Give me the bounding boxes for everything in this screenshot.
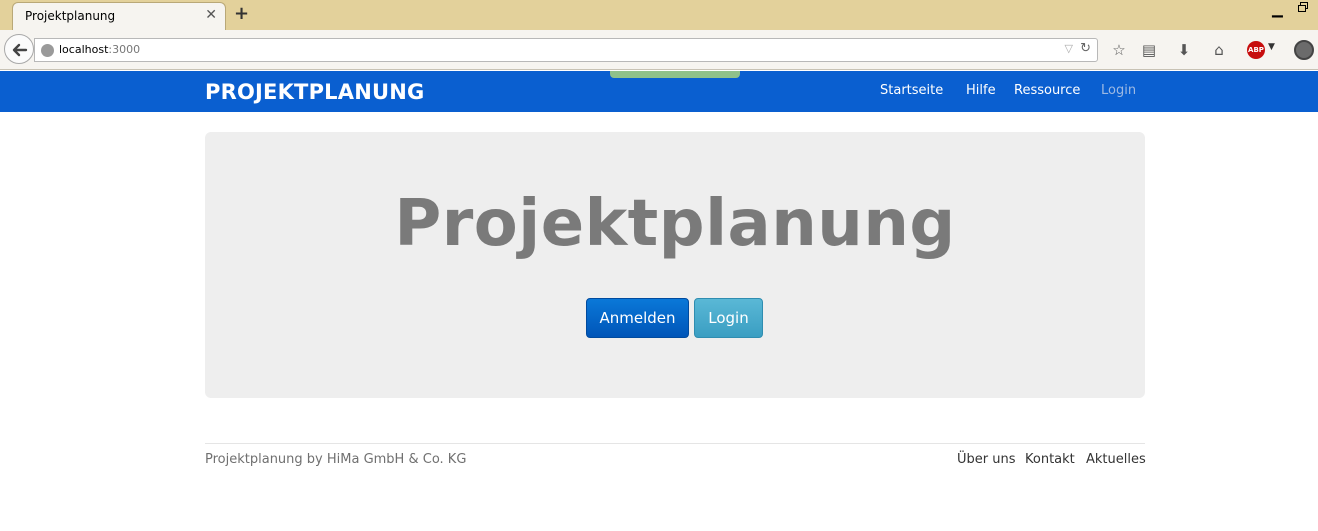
close-tab-icon[interactable]: ✕ xyxy=(205,7,217,23)
hero-jumbotron: Projektplanung Anmelden Login xyxy=(205,132,1145,398)
footer-link-aktuelles[interactable]: Aktuelles xyxy=(1086,452,1146,467)
bookmark-star-icon[interactable]: ☆ xyxy=(1109,40,1129,60)
restore-window-icon[interactable] xyxy=(1298,2,1308,12)
adblock-dropdown-icon[interactable]: ▼ xyxy=(1268,42,1275,52)
hero-title: Projektplanung xyxy=(394,187,956,261)
site-brand[interactable]: PROJEKTPLANUNG xyxy=(205,80,424,104)
globe-icon xyxy=(41,44,54,57)
url-host: localhost xyxy=(59,43,109,56)
extension-reel-icon[interactable] xyxy=(1294,40,1314,60)
new-tab-button[interactable]: + xyxy=(234,3,249,25)
browser-tab[interactable]: Projektplanung ✕ xyxy=(12,2,226,30)
reload-icon[interactable]: ↻ xyxy=(1080,41,1091,56)
register-button[interactable]: Anmelden xyxy=(586,298,689,338)
nav-link-ressource[interactable]: Ressource xyxy=(1014,83,1080,98)
minimize-window-icon[interactable]: ▁ xyxy=(1272,2,1283,18)
footer-link-ueber-uns[interactable]: Über uns xyxy=(957,452,1016,467)
url-history-dropdown-icon[interactable]: ▽ xyxy=(1065,42,1073,55)
notification-tab[interactable] xyxy=(610,71,740,78)
home-icon[interactable]: ⌂ xyxy=(1209,40,1229,60)
url-bar[interactable]: localhost:3000 ▽ ↻ xyxy=(34,38,1098,62)
footer-divider xyxy=(205,443,1145,444)
tab-title: Projektplanung xyxy=(25,9,116,23)
download-icon[interactable]: ⬇ xyxy=(1174,40,1194,60)
footer-copyright: Projektplanung by HiMa GmbH & Co. KG xyxy=(205,452,467,467)
back-button[interactable] xyxy=(4,34,34,64)
nav-link-startseite[interactable]: Startseite xyxy=(880,83,943,98)
back-arrow-icon xyxy=(12,43,28,57)
nav-link-login[interactable]: Login xyxy=(1101,83,1136,98)
reading-list-icon[interactable]: ▤ xyxy=(1139,40,1159,60)
url-text[interactable]: localhost:3000 xyxy=(59,43,140,56)
adblock-icon[interactable]: ABP xyxy=(1247,41,1265,59)
url-port: :3000 xyxy=(108,43,141,56)
footer-link-kontakt[interactable]: Kontakt xyxy=(1025,452,1075,467)
tab-strip: Projektplanung ✕ + ▁ xyxy=(0,0,1318,30)
nav-link-hilfe[interactable]: Hilfe xyxy=(966,83,996,98)
login-button[interactable]: Login xyxy=(694,298,763,338)
